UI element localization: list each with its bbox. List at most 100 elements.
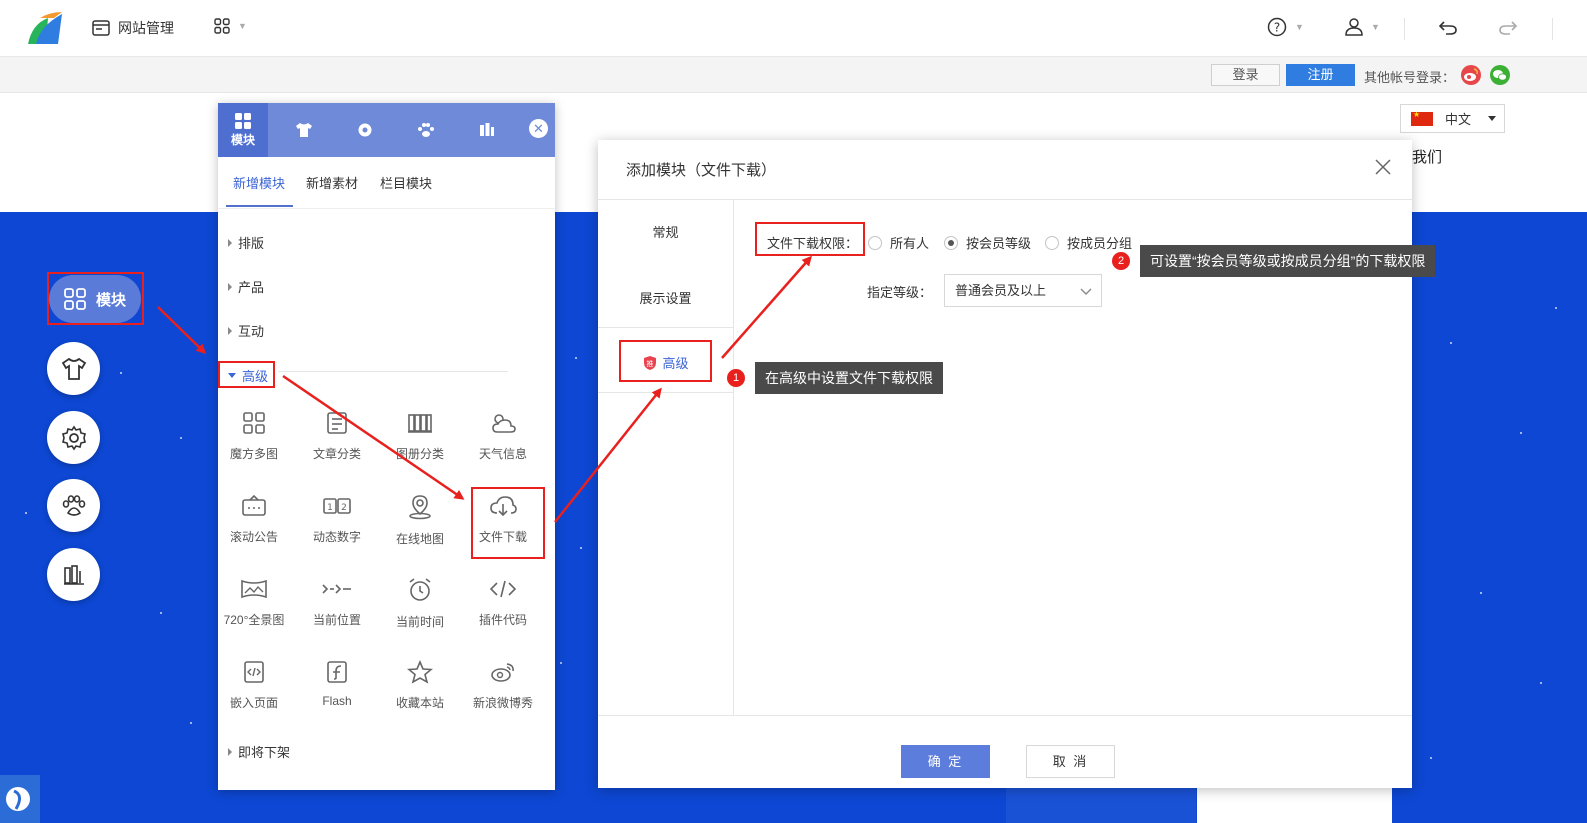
module-weather[interactable]: 天气信息 bbox=[462, 411, 544, 471]
category-layout[interactable]: 排版 bbox=[228, 233, 264, 252]
star-decoration bbox=[575, 357, 577, 359]
side-tab-general[interactable]: 常规 bbox=[598, 222, 733, 241]
module-grid-icon bbox=[235, 112, 251, 129]
dialog-footer-divider bbox=[598, 715, 1412, 716]
chevron-down-icon bbox=[1080, 288, 1092, 295]
caret-right-icon bbox=[228, 326, 232, 335]
category-deprecated[interactable]: 即将下架 bbox=[228, 742, 290, 761]
tab-module[interactable]: 模块 bbox=[218, 103, 268, 157]
radio-label: 所有人 bbox=[890, 236, 930, 251]
add-module-dialog: 添加模块（文件下载） 常规 展示设置 推 高级 文件下载权限： 所有人 按会员等… bbox=[598, 140, 1412, 788]
caret-right-icon bbox=[228, 747, 232, 756]
level-select-value: 普通会员及以上 bbox=[955, 283, 1047, 298]
side-divider bbox=[598, 392, 733, 393]
star-decoration bbox=[580, 547, 582, 549]
tab-style[interactable] bbox=[279, 103, 329, 157]
apps-menu-button[interactable]: ▼ bbox=[214, 18, 247, 34]
category-product[interactable]: 产品 bbox=[228, 277, 264, 296]
annotation-tip-2: 可设置“按会员等级或按成员分组”的下载权限 bbox=[1140, 245, 1436, 277]
side-tab-display[interactable]: 展示设置 bbox=[598, 288, 733, 307]
radio-member-level[interactable]: 按会员等级 bbox=[944, 233, 1031, 252]
star-decoration bbox=[25, 512, 27, 514]
tab-manage[interactable] bbox=[462, 103, 512, 157]
settings-tool-button[interactable] bbox=[47, 411, 100, 464]
tab-settings[interactable] bbox=[340, 103, 390, 157]
subtab-new-module[interactable]: 新增模块 bbox=[233, 173, 285, 192]
tab-pet[interactable] bbox=[401, 103, 451, 157]
module-flash[interactable]: Flash bbox=[296, 660, 378, 720]
module-dynamic-number[interactable]: 12 动态数字 bbox=[296, 494, 378, 554]
shirt-icon bbox=[61, 357, 86, 380]
close-icon bbox=[1375, 159, 1391, 175]
module-online-map[interactable]: 在线地图 bbox=[379, 494, 461, 554]
panel-close-button[interactable]: ✕ bbox=[529, 119, 548, 138]
pet-tool-button[interactable] bbox=[47, 479, 100, 532]
style-tool-button[interactable] bbox=[47, 342, 100, 395]
magic-grid-icon bbox=[243, 412, 265, 434]
module-magic-images[interactable]: 魔方多图 bbox=[213, 411, 295, 471]
module-bookmark-site[interactable]: 收藏本站 bbox=[379, 660, 461, 720]
redo-button[interactable] bbox=[1498, 19, 1518, 35]
app-logo[interactable] bbox=[26, 10, 64, 46]
caret-down-icon bbox=[1488, 116, 1496, 121]
radio-member-group[interactable]: 按成员分组 bbox=[1045, 233, 1132, 252]
module-label: 当前位置 bbox=[312, 613, 361, 627]
category-interactive[interactable]: 互动 bbox=[228, 321, 264, 340]
module-current-time[interactable]: 当前时间 bbox=[379, 577, 461, 637]
site-nav-about[interactable]: 我们 bbox=[1412, 146, 1442, 167]
star-decoration bbox=[190, 722, 192, 724]
top-toolbar: 网站管理 ▼ ? ▼ ▼ bbox=[0, 0, 1587, 57]
confirm-button[interactable]: 确 定 bbox=[901, 745, 990, 778]
chevron-down-icon: ▼ bbox=[1371, 22, 1380, 32]
site-content-block bbox=[1197, 786, 1392, 823]
subtab-new-material[interactable]: 新增素材 bbox=[306, 173, 358, 192]
cancel-button[interactable]: 取 消 bbox=[1026, 745, 1115, 778]
category-label: 互动 bbox=[238, 324, 265, 339]
radio-circle bbox=[1045, 235, 1059, 250]
module-embed-page[interactable]: 嵌入页面 bbox=[213, 660, 295, 720]
module-current-position[interactable]: 当前位置 bbox=[296, 577, 378, 637]
module-weibo-show[interactable]: 新浪微博秀 bbox=[462, 660, 544, 720]
module-panel: 模块 ✕ 新增模块 新增素材 栏目模块 排版 产品 互动 高级 魔方多图 文章分… bbox=[218, 103, 555, 790]
language-select[interactable]: 中文 bbox=[1400, 104, 1505, 133]
paw-icon bbox=[418, 123, 434, 137]
svg-text:2: 2 bbox=[341, 503, 347, 513]
module-plugin-code[interactable]: 插件代码 bbox=[462, 577, 544, 637]
module-panorama[interactable]: 720°全景图 bbox=[213, 577, 295, 637]
module-label: 滚动公告 bbox=[229, 530, 278, 544]
module-album-category[interactable]: 图册分类 bbox=[379, 411, 461, 471]
site-manage-button[interactable]: 网站管理 bbox=[92, 18, 174, 38]
help-button[interactable]: ? ▼ bbox=[1267, 17, 1304, 37]
highlight-box bbox=[755, 222, 865, 256]
undo-button[interactable] bbox=[1438, 19, 1458, 35]
dialog-title: 添加模块（文件下载） bbox=[626, 162, 777, 179]
manage-tool-button[interactable] bbox=[47, 548, 100, 601]
module-scroll-notice[interactable]: 滚动公告 bbox=[213, 494, 295, 554]
radio-label: 按成员分组 bbox=[1067, 236, 1133, 251]
caret-right-icon bbox=[228, 238, 232, 247]
star-decoration bbox=[1430, 757, 1432, 759]
embed-page-icon bbox=[244, 661, 264, 683]
star-decoration bbox=[1520, 432, 1522, 434]
panorama-icon bbox=[241, 579, 267, 599]
site-logo-corner[interactable] bbox=[0, 775, 40, 823]
weibo-icon[interactable] bbox=[1461, 65, 1481, 85]
module-label: 嵌入页面 bbox=[229, 696, 278, 710]
wechat-icon[interactable] bbox=[1490, 65, 1510, 85]
module-label: 天气信息 bbox=[478, 447, 527, 461]
radio-everyone[interactable]: 所有人 bbox=[868, 233, 929, 252]
module-article-category[interactable]: 文章分类 bbox=[296, 411, 378, 471]
highlight-box bbox=[471, 487, 545, 559]
map-pin-icon bbox=[409, 495, 431, 520]
login-button[interactable]: 登录 bbox=[1211, 64, 1280, 86]
level-select[interactable]: 普通会员及以上 bbox=[944, 274, 1102, 307]
redo-icon bbox=[1499, 21, 1518, 35]
gear-icon bbox=[61, 425, 86, 450]
account-button[interactable]: ▼ bbox=[1345, 17, 1380, 37]
register-button[interactable]: 注册 bbox=[1286, 64, 1355, 86]
chevron-down-icon: ▼ bbox=[238, 21, 247, 31]
module-label: Flash bbox=[322, 694, 352, 708]
module-label: 新浪微博秀 bbox=[472, 696, 533, 710]
dialog-close-button[interactable] bbox=[1374, 158, 1392, 176]
subtab-column-module[interactable]: 栏目模块 bbox=[380, 173, 432, 192]
